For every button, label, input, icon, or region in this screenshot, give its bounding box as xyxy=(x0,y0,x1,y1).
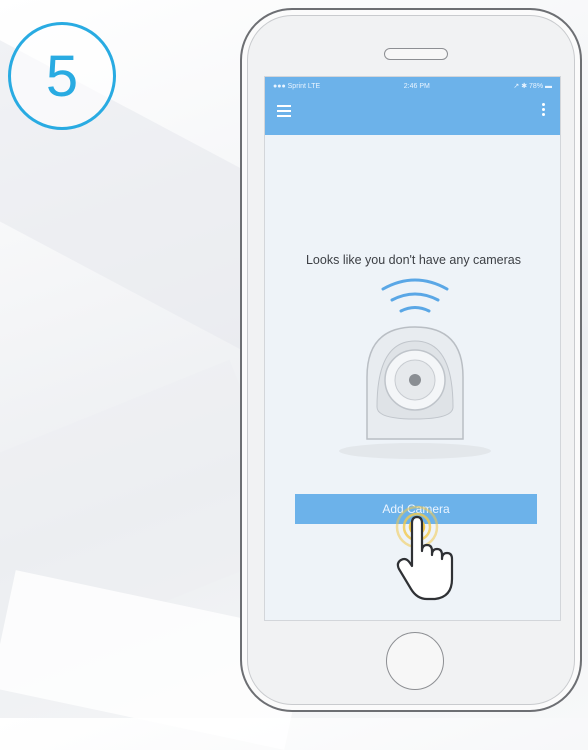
vertical-dots-icon[interactable] xyxy=(540,103,546,119)
status-time: 2:46 PM xyxy=(403,82,430,90)
pan-tilt-camera-icon xyxy=(339,326,491,459)
empty-state-message: Looks like you don't have any cameras xyxy=(305,253,521,267)
tap-hand-icon xyxy=(395,505,454,601)
step-number-badge: 5 xyxy=(8,22,116,130)
app-nav-bar xyxy=(265,95,560,135)
home-button[interactable] xyxy=(386,632,444,690)
status-bar: ●●● Sprint LTE 2:46 PM ↗ ✱ 78% ▬ xyxy=(265,77,560,95)
phone-speaker xyxy=(384,48,448,60)
phone-screen: ●●● Sprint LTE 2:46 PM ↗ ✱ 78% ▬ Looks l… xyxy=(264,76,561,621)
status-carrier: ●●● Sprint LTE xyxy=(273,82,321,90)
status-battery: ↗ ✱ 78% ▬ xyxy=(513,83,552,90)
phone-frame: ●●● Sprint LTE 2:46 PM ↗ ✱ 78% ▬ Looks l… xyxy=(240,8,582,712)
camera-illustration xyxy=(339,278,491,459)
wifi-signal-icon xyxy=(381,278,449,313)
hamburger-menu-icon[interactable] xyxy=(277,105,291,117)
